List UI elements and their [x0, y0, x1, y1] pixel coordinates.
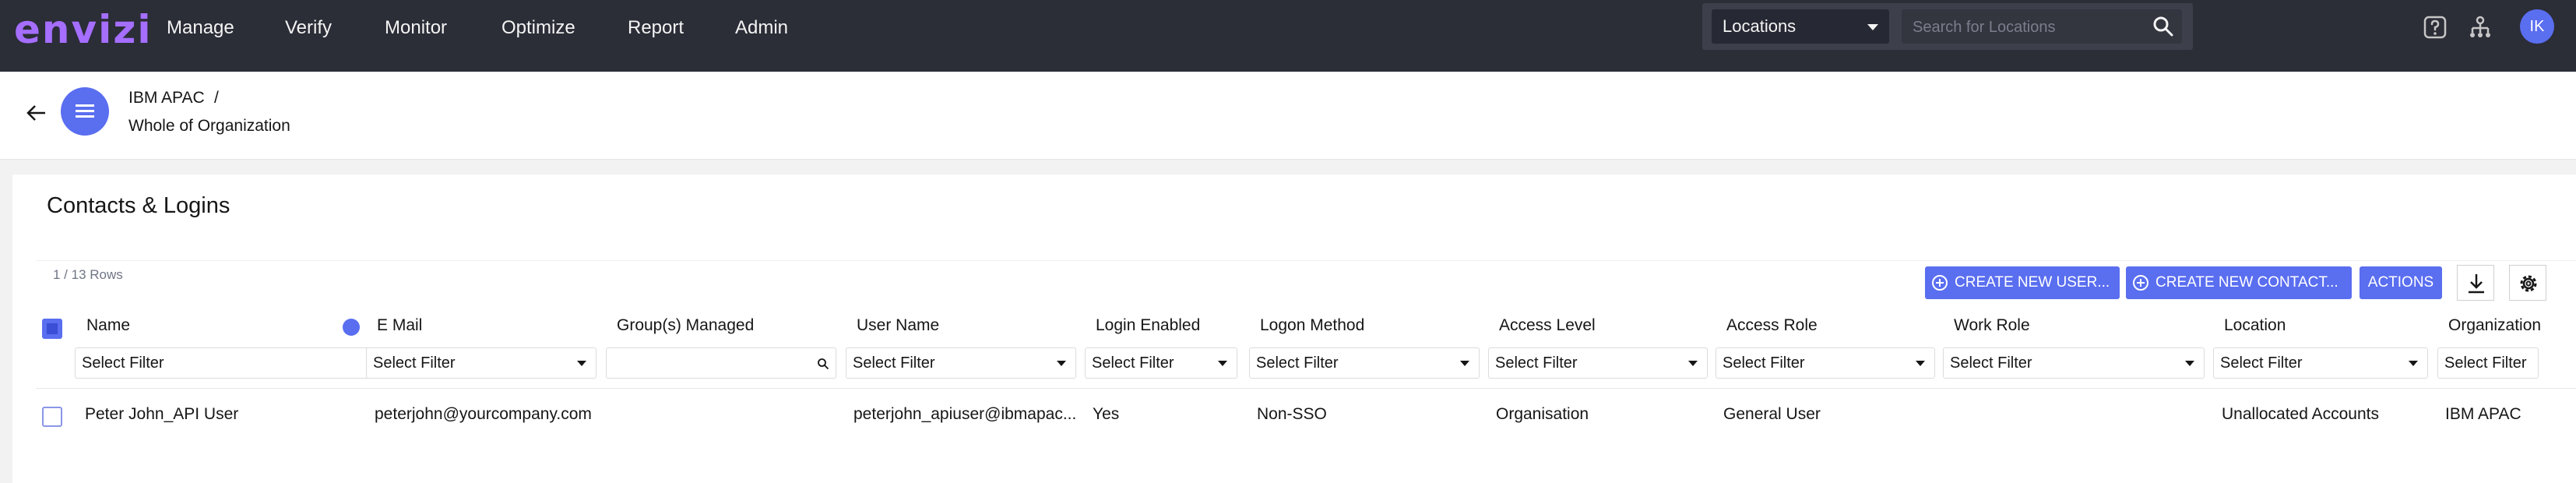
- filter-placeholder: Select Filter: [373, 354, 456, 372]
- filter-placeholder: Select Filter: [1256, 354, 1339, 372]
- add-circle-icon: [2133, 275, 2148, 291]
- create-new-contact-button[interactable]: CREATE NEW CONTACT...: [2126, 266, 2352, 299]
- breadcrumb-separator: /: [214, 89, 219, 107]
- cell-login-enabled: Yes: [1093, 405, 1120, 423]
- column-header-organization[interactable]: Organization: [2448, 305, 2541, 346]
- actions-label: ACTIONS: [2367, 274, 2434, 291]
- email-filter-select[interactable]: Select Filter: [366, 347, 596, 379]
- download-button[interactable]: [2457, 265, 2494, 301]
- cell-location: Unallocated Accounts: [2222, 405, 2379, 423]
- filter-placeholder: Select Filter: [2444, 354, 2527, 372]
- cell-name[interactable]: Peter John_API User: [85, 405, 238, 424]
- search-icon: [818, 358, 829, 370]
- create-new-user-button[interactable]: CREATE NEW USER...: [1925, 266, 2120, 299]
- filter-placeholder: Select Filter: [1092, 354, 1174, 372]
- location-filter-select[interactable]: Select Filter: [2213, 347, 2428, 379]
- hamburger-icon: [76, 104, 94, 118]
- logon-method-filter-select[interactable]: Select Filter: [1249, 347, 1480, 379]
- divider: [36, 388, 2576, 389]
- groups-managed-filter-input[interactable]: [606, 347, 836, 379]
- nav-manage[interactable]: Manage: [167, 14, 234, 42]
- chevron-down-icon: [577, 361, 586, 366]
- row-count: 1 / 13 Rows: [53, 267, 123, 282]
- chevron-down-icon: [1057, 361, 1066, 366]
- cell-access-level: Organisation: [1496, 405, 1589, 423]
- chevron-down-icon: [2185, 361, 2194, 366]
- chevron-down-icon: [1867, 24, 1878, 30]
- filter-placeholder: Select Filter: [1950, 354, 2032, 372]
- name-filter-select[interactable]: Select Filter: [75, 347, 392, 379]
- cell-organization: IBM APAC: [2445, 405, 2521, 423]
- cell-email: peterjohn@yourcompany.com: [375, 405, 592, 423]
- column-header-location[interactable]: Location: [2224, 305, 2286, 346]
- user-avatar[interactable]: IK: [2520, 9, 2554, 44]
- hierarchy-icon[interactable]: [2467, 14, 2493, 41]
- login-enabled-filter-select[interactable]: Select Filter: [1085, 347, 1237, 379]
- breadcrumb-bar: IBM APAC / Whole of Organization: [0, 72, 2576, 160]
- location-search-field: [1902, 9, 2182, 45]
- back-arrow-icon[interactable]: [23, 100, 50, 126]
- column-header-user-name[interactable]: User Name: [857, 305, 939, 346]
- download-icon: [2469, 274, 2484, 294]
- access-role-filter-select[interactable]: Select Filter: [1716, 347, 1935, 379]
- cell-access-role: General User: [1723, 405, 1821, 423]
- location-type-value: Locations: [1723, 16, 1797, 36]
- breadcrumb-item-ibm-apac[interactable]: IBM APAC: [128, 89, 205, 108]
- chevron-down-icon: [1916, 361, 1925, 366]
- access-level-filter-select[interactable]: Select Filter: [1488, 347, 1708, 379]
- table-header-row: Name E Mail Group(s) Managed User Name L…: [36, 305, 2576, 346]
- nav-admin[interactable]: Admin: [735, 14, 788, 42]
- filter-placeholder: Select Filter: [1723, 354, 1805, 372]
- chevron-down-icon: [1218, 361, 1227, 366]
- filter-placeholder: Select Filter: [2220, 354, 2303, 372]
- add-circle-icon: [1932, 275, 1948, 291]
- filter-row: Select Filter Select Filter Select Filte…: [36, 347, 2576, 380]
- column-header-access-level[interactable]: Access Level: [1499, 305, 1596, 346]
- search-icon[interactable]: [2152, 16, 2174, 37]
- nav-verify[interactable]: Verify: [285, 14, 332, 42]
- create-new-user-label: CREATE NEW USER...: [1955, 274, 2110, 291]
- location-type-dropdown[interactable]: Locations: [1712, 9, 1889, 44]
- location-search-bar: Locations: [1702, 3, 2193, 50]
- help-icon[interactable]: [2422, 14, 2448, 41]
- chevron-down-icon: [1460, 361, 1469, 366]
- column-header-work-role[interactable]: Work Role: [1954, 305, 2030, 346]
- top-navigation-bar: envizi Manage Verify Monitor Optimize Re…: [0, 0, 2576, 72]
- settings-button[interactable]: [2509, 265, 2546, 301]
- column-header-logon-method[interactable]: Logon Method: [1260, 305, 1364, 346]
- location-search-input[interactable]: [1902, 9, 2148, 45]
- envizi-logo[interactable]: envizi: [14, 6, 152, 53]
- organization-filter-select[interactable]: Select Filter: [2437, 347, 2539, 379]
- filter-placeholder: Select Filter: [1495, 354, 1578, 372]
- nav-report[interactable]: Report: [628, 14, 684, 42]
- chevron-down-icon: [2409, 361, 2418, 366]
- filter-placeholder: Select Filter: [853, 354, 935, 372]
- work-role-filter-select[interactable]: Select Filter: [1943, 347, 2205, 379]
- column-header-login-enabled[interactable]: Login Enabled: [1096, 305, 1200, 346]
- column-header-name[interactable]: Name: [86, 305, 130, 346]
- column-header-groups-managed[interactable]: Group(s) Managed: [617, 305, 754, 346]
- nav-optimize[interactable]: Optimize: [501, 14, 575, 42]
- settings-icon: [2520, 275, 2537, 292]
- nav-monitor[interactable]: Monitor: [385, 14, 447, 42]
- breadcrumb-item-whole-of-organization[interactable]: Whole of Organization: [128, 117, 290, 136]
- row-select-checkbox[interactable]: [42, 407, 62, 427]
- page-title: Contacts & Logins: [47, 193, 231, 218]
- cell-logon-method: Non-SSO: [1257, 405, 1327, 423]
- actions-button[interactable]: ACTIONS: [2360, 266, 2442, 299]
- column-header-email[interactable]: E Mail: [377, 305, 422, 346]
- user-name-filter-select[interactable]: Select Filter: [846, 347, 1076, 379]
- column-header-access-role[interactable]: Access Role: [1726, 305, 1818, 346]
- hamburger-menu-button[interactable]: [61, 87, 109, 136]
- chevron-down-icon: [1688, 361, 1698, 366]
- divider: [36, 260, 2576, 261]
- filter-placeholder: Select Filter: [82, 354, 164, 372]
- create-new-contact-label: CREATE NEW CONTACT...: [2155, 274, 2338, 291]
- cell-user-name: peterjohn_apiuser@ibmapac...: [853, 405, 1077, 423]
